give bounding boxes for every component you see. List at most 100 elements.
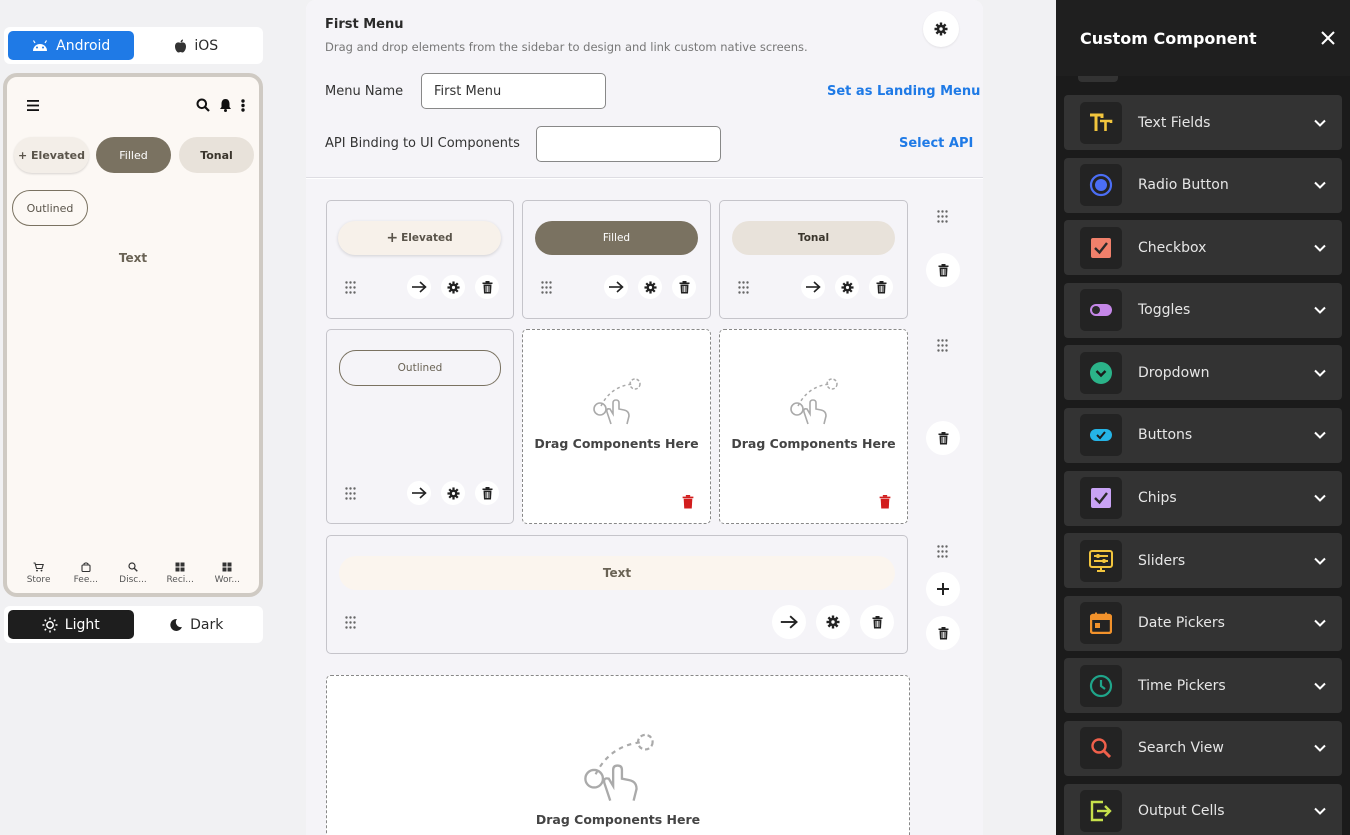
accordion-time-pickers[interactable]: Time Pickers — [1064, 658, 1342, 714]
link-arrow-button[interactable] — [407, 481, 431, 505]
nav-item-discover[interactable]: Disc... — [111, 562, 155, 585]
cell-settings-button[interactable] — [816, 605, 850, 639]
cell-settings-button[interactable] — [638, 275, 662, 299]
drop-zone-label: Drag Components Here — [534, 436, 699, 451]
new-row-drop-zone[interactable]: Drag Components Here — [326, 675, 910, 835]
set-landing-menu-link[interactable]: Set as Landing Menu — [827, 84, 980, 99]
chevron-down-icon — [1314, 119, 1326, 127]
drop-zone[interactable]: Drag Components Here — [522, 329, 711, 524]
drag-handle-icon[interactable] — [345, 487, 356, 500]
cell-delete-button[interactable] — [475, 275, 499, 299]
android-tab[interactable]: Android — [8, 31, 134, 60]
custom-component-panel: Custom Component Text Fields Radio Butto… — [1056, 0, 1350, 835]
text-component[interactable]: Text — [339, 556, 895, 590]
light-theme-tab[interactable]: Light — [8, 610, 134, 639]
accordion-output-cells[interactable]: Output Cells — [1064, 783, 1342, 835]
drop-zone[interactable]: Drag Components Here — [719, 329, 908, 524]
elevated-button-component[interactable]: + Elevated — [338, 221, 501, 255]
cell-delete-button[interactable] — [672, 275, 696, 299]
accordion-dropdown[interactable]: Dropdown — [1064, 345, 1342, 401]
arrow-right-icon — [806, 281, 821, 293]
menu-name-input[interactable]: First Menu — [421, 73, 606, 109]
trash-icon — [482, 280, 492, 293]
nav-label: Wor... — [214, 575, 241, 585]
link-arrow-button[interactable] — [604, 275, 628, 299]
api-binding-input[interactable] — [536, 126, 721, 162]
platform-switch: Android iOS — [4, 27, 263, 64]
row-delete-button[interactable] — [926, 616, 960, 650]
link-arrow-button[interactable] — [407, 275, 431, 299]
arrow-right-icon — [412, 281, 427, 293]
close-icon[interactable] — [1320, 30, 1336, 46]
nav-item-feed[interactable]: Fee... — [64, 562, 108, 585]
tonal-button-component[interactable]: Tonal — [732, 221, 895, 255]
hamburger-menu-icon[interactable] — [27, 99, 39, 111]
preview-filled-button[interactable]: Filled — [96, 137, 171, 173]
row-drag-handle-icon[interactable] — [937, 545, 948, 558]
chevron-down-icon — [1314, 807, 1326, 815]
icon-tile — [1080, 664, 1122, 707]
gear-icon — [446, 486, 460, 500]
row-drag-handle-icon[interactable] — [937, 339, 948, 352]
sliders-icon — [1089, 549, 1113, 572]
cell-delete-button[interactable] — [475, 481, 499, 505]
cell-filled[interactable]: Filled — [522, 200, 711, 319]
preview-elevated-button[interactable]: + Elevated — [14, 137, 89, 173]
trash-icon[interactable] — [682, 495, 694, 509]
cell-delete-button[interactable] — [860, 605, 894, 639]
cell-text[interactable]: Text — [326, 535, 908, 654]
accordion-radio-button[interactable]: Radio Button — [1064, 157, 1342, 213]
component-list: Text Fields Radio Button Checkbox Toggle… — [1064, 76, 1342, 835]
checkbox-icon — [1091, 237, 1111, 258]
preview-outlined-button[interactable]: Outlined — [12, 190, 88, 226]
more-vertical-icon[interactable] — [241, 98, 245, 112]
accordion-search-view[interactable]: Search View — [1064, 720, 1342, 776]
trash-icon[interactable] — [879, 495, 891, 509]
cell-settings-button[interactable] — [835, 275, 859, 299]
accordion-sliders[interactable]: Sliders — [1064, 533, 1342, 589]
accordion-toggles[interactable]: Toggles — [1064, 282, 1342, 338]
link-arrow-button[interactable] — [801, 275, 825, 299]
row-drag-handle-icon[interactable] — [937, 210, 948, 223]
bell-icon[interactable] — [219, 98, 232, 112]
accordion-label: Dropdown — [1138, 364, 1210, 381]
add-column-button[interactable] — [926, 572, 960, 606]
cell-settings-button[interactable] — [441, 481, 465, 505]
accordion-buttons[interactable]: Buttons — [1064, 407, 1342, 463]
dark-theme-tab[interactable]: Dark — [134, 610, 260, 639]
drag-handle-icon[interactable] — [541, 281, 552, 294]
row-delete-button[interactable] — [926, 253, 960, 287]
accordion-text-fields[interactable]: Text Fields — [1064, 95, 1342, 150]
accordion-checkbox[interactable]: Checkbox — [1064, 220, 1342, 276]
drag-handle-icon[interactable] — [738, 281, 749, 294]
link-arrow-button[interactable] — [772, 605, 806, 639]
select-api-link[interactable]: Select API — [899, 136, 973, 151]
cell-elevated[interactable]: + Elevated — [326, 200, 514, 319]
trash-icon — [679, 280, 689, 293]
drag-handle-icon[interactable] — [345, 616, 356, 629]
accordion-date-pickers[interactable]: Date Pickers — [1064, 595, 1342, 651]
accordion-label: Checkbox — [1138, 239, 1207, 256]
drag-handle-icon[interactable] — [345, 281, 356, 294]
cell-tonal[interactable]: Tonal — [719, 200, 908, 319]
preview-tonal-button[interactable]: Tonal — [179, 137, 254, 173]
menu-settings-button[interactable] — [923, 11, 959, 47]
trash-icon — [938, 431, 948, 444]
trash-icon — [872, 615, 882, 628]
cell-settings-button[interactable] — [441, 275, 465, 299]
cell-outlined[interactable]: Outlined — [326, 329, 514, 524]
ios-tab[interactable]: iOS — [134, 31, 260, 60]
chevron-down-icon — [1314, 620, 1326, 628]
nav-item-workouts[interactable]: Wor... — [205, 562, 249, 585]
chevron-down-icon — [1314, 745, 1326, 753]
filled-button-component[interactable]: Filled — [535, 221, 698, 255]
nav-item-recipes[interactable]: Reci... — [158, 562, 202, 585]
accordion-chips[interactable]: Chips — [1064, 470, 1342, 526]
panel-title: Custom Component — [1080, 28, 1257, 48]
search-icon[interactable] — [196, 98, 210, 112]
row-delete-button[interactable] — [926, 421, 960, 455]
drop-zone-label: Drag Components Here — [731, 436, 896, 451]
nav-item-store[interactable]: Store — [17, 562, 61, 585]
outlined-button-component[interactable]: Outlined — [339, 350, 501, 386]
cell-delete-button[interactable] — [869, 275, 893, 299]
